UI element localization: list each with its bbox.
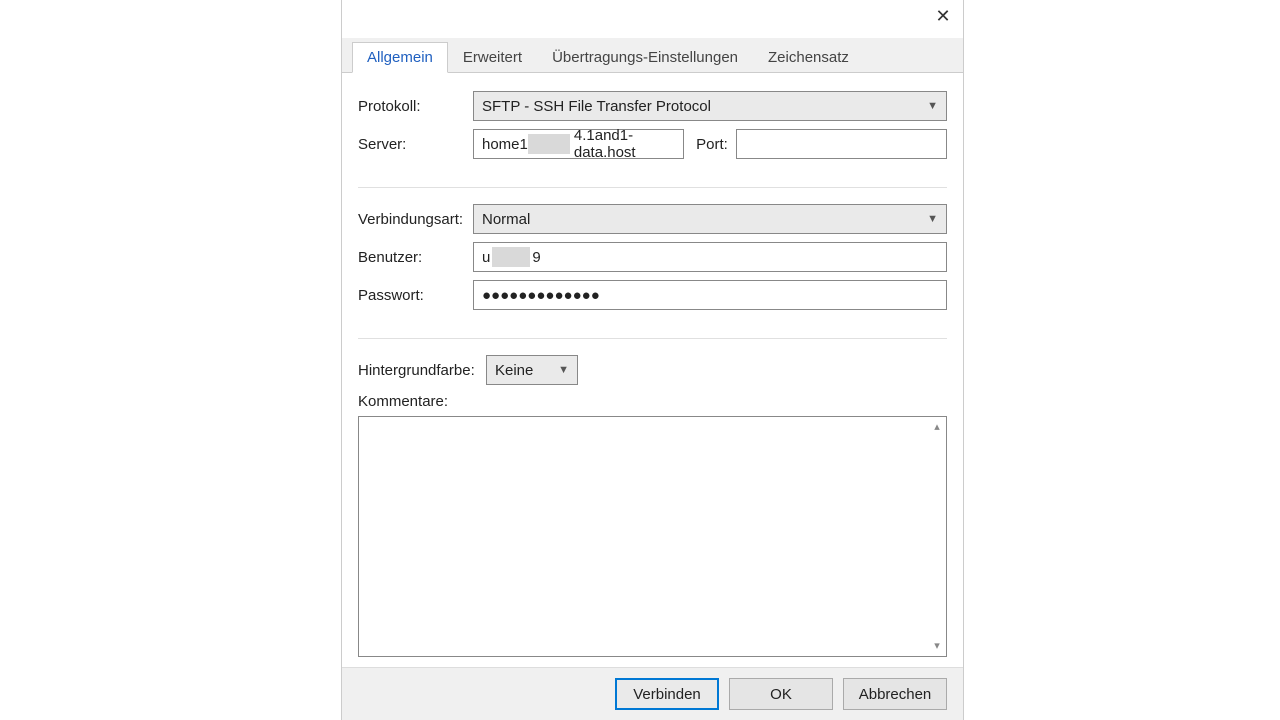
port-input[interactable] bbox=[736, 129, 947, 159]
password-input[interactable]: ●●●●●●●●●●●●● bbox=[473, 280, 947, 310]
server-value-prefix: home1 bbox=[482, 136, 528, 153]
comments-label: Kommentare: bbox=[358, 393, 947, 410]
password-value: ●●●●●●●●●●●●● bbox=[482, 287, 600, 304]
close-button[interactable]: ✕ bbox=[929, 4, 957, 28]
comments-textarea[interactable] bbox=[358, 416, 947, 657]
tab-charset[interactable]: Zeichensatz bbox=[753, 42, 864, 72]
tab-general[interactable]: Allgemein bbox=[352, 42, 448, 73]
chevron-down-icon: ▼ bbox=[927, 213, 938, 225]
port-label: Port: bbox=[696, 136, 728, 153]
close-icon: ✕ bbox=[935, 6, 950, 27]
redacted-block bbox=[492, 247, 530, 267]
server-label: Server: bbox=[358, 136, 473, 153]
divider bbox=[358, 187, 947, 188]
button-bar: Verbinden OK Abbrechen bbox=[342, 667, 963, 720]
logontype-label: Verbindungsart: bbox=[358, 211, 473, 228]
redacted-block bbox=[528, 134, 570, 154]
server-input[interactable]: home1 4.1and1-data.host bbox=[473, 129, 684, 159]
scroll-down-icon[interactable]: ▾ bbox=[930, 639, 944, 653]
protocol-select[interactable]: SFTP - SSH File Transfer Protocol ▼ bbox=[473, 91, 947, 121]
bgcolor-value: Keine bbox=[495, 362, 533, 379]
bgcolor-label: Hintergrundfarbe: bbox=[358, 362, 486, 379]
protocol-label: Protokoll: bbox=[358, 98, 473, 115]
protocol-value: SFTP - SSH File Transfer Protocol bbox=[482, 98, 711, 115]
password-label: Passwort: bbox=[358, 287, 473, 304]
logontype-select[interactable]: Normal ▼ bbox=[473, 204, 947, 234]
chevron-down-icon: ▼ bbox=[558, 364, 569, 376]
site-manager-dialog: ✕ Allgemein Erweitert Übertragungs-Einst… bbox=[341, 0, 964, 720]
divider bbox=[358, 338, 947, 339]
bgcolor-select[interactable]: Keine ▼ bbox=[486, 355, 578, 385]
connect-button[interactable]: Verbinden bbox=[615, 678, 719, 710]
titlebar: ✕ bbox=[342, 0, 963, 38]
tab-strip: Allgemein Erweitert Übertragungs-Einstel… bbox=[342, 38, 963, 72]
tab-panel-general: Protokoll: SFTP - SSH File Transfer Prot… bbox=[342, 72, 963, 667]
cancel-button[interactable]: Abbrechen bbox=[843, 678, 947, 710]
user-label: Benutzer: bbox=[358, 249, 473, 266]
chevron-down-icon: ▼ bbox=[927, 100, 938, 112]
tab-advanced[interactable]: Erweitert bbox=[448, 42, 537, 72]
user-value-prefix: u bbox=[482, 249, 490, 266]
scroll-up-icon[interactable]: ▴ bbox=[930, 420, 944, 434]
logontype-value: Normal bbox=[482, 211, 530, 228]
ok-button[interactable]: OK bbox=[729, 678, 833, 710]
user-value-suffix: 9 bbox=[532, 249, 540, 266]
server-value-suffix: 4.1and1-data.host bbox=[574, 127, 675, 161]
user-input[interactable]: u 9 bbox=[473, 242, 947, 272]
tab-transfer-settings[interactable]: Übertragungs-Einstellungen bbox=[537, 42, 753, 72]
